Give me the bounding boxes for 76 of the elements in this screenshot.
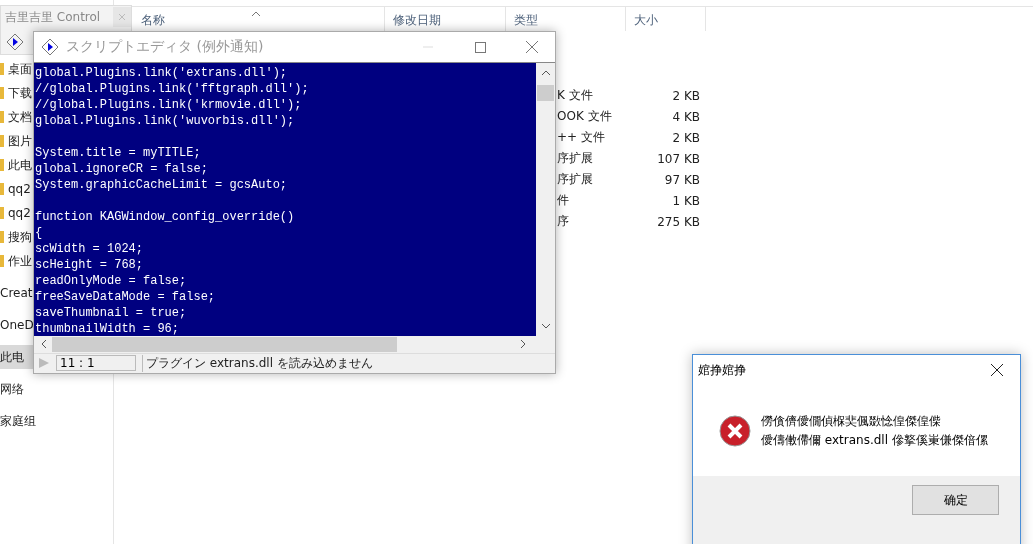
nav-item[interactable]: 下载: [0, 81, 33, 105]
nav-item[interactable]: 此电: [0, 345, 33, 369]
scroll-left-icon[interactable]: [40, 339, 48, 350]
code-line: readOnlyMode = false;: [35, 273, 188, 289]
window-title: 吉里吉里 Control: [5, 8, 101, 26]
scroll-thumb[interactable]: [52, 336, 397, 352]
folder-icon: [0, 111, 4, 123]
code-line: System.graphicCacheLimit = gcsAuto;: [35, 177, 289, 193]
folder-icon: [0, 135, 4, 147]
nav-item[interactable]: OneD: [0, 313, 33, 337]
nav-item[interactable]: 搜狗: [0, 225, 33, 249]
code-line: scWidth = 1024;: [35, 241, 145, 257]
dialog-title: 婠挣婠挣: [698, 361, 746, 379]
error-message: 僗僋儕僾僩偵椺奜偑敪惗偟傑偟偨: [761, 412, 942, 430]
close-icon: [991, 364, 1003, 376]
code-line: scHeight = 768;: [35, 257, 145, 273]
maximize-icon: [474, 41, 486, 53]
file-type: 序扩展: [557, 150, 594, 167]
code-line: thumbnailWidth = 96;: [35, 321, 181, 336]
code-line: freeSaveDataMode = false;: [35, 289, 217, 305]
cursor-position: 11 : 1: [56, 355, 136, 372]
close-button[interactable]: [113, 7, 131, 27]
folder-icon: [0, 159, 4, 171]
file-type: OOK 文件: [557, 108, 613, 125]
nav-item[interactable]: qq2: [0, 201, 33, 225]
nav-item[interactable]: 图片: [0, 129, 33, 153]
nav-item[interactable]: Creat: [0, 281, 33, 305]
nav-item[interactable]: 桌面: [0, 57, 33, 81]
folder-icon: [0, 183, 4, 195]
play-icon[interactable]: [38, 357, 50, 370]
code-editor[interactable]: [34, 63, 536, 336]
file-type: 序扩展: [557, 171, 594, 188]
nav-item[interactable]: qq2: [0, 177, 33, 201]
code-line: //global.Plugins.link('fftgraph.dll');: [35, 81, 310, 97]
file-size: 107 KB: [656, 151, 700, 166]
nav-item[interactable]: 网络: [0, 377, 113, 401]
vertical-scrollbar[interactable]: [536, 63, 555, 336]
file-type: ++ 文件: [557, 129, 606, 146]
code-line: saveThumbnail = true;: [35, 305, 188, 321]
code-line: function KAGWindow_config_override(): [35, 209, 296, 225]
file-size: 275 KB: [656, 214, 700, 229]
column-header[interactable]: 大小: [626, 7, 706, 31]
app-icon: [40, 37, 60, 57]
code-line: System.title = myTITLE;: [35, 145, 202, 161]
folder-icon: [0, 231, 4, 243]
folder-icon: [0, 255, 4, 267]
error-icon: [719, 414, 751, 447]
folder-icon: [0, 87, 4, 99]
nav-item[interactable]: 家庭组: [0, 409, 113, 433]
code-line: global.ignoreCR = false;: [35, 161, 209, 177]
file-type: K 文件: [557, 87, 594, 104]
code-line: {: [35, 225, 44, 241]
file-type: 件: [557, 192, 570, 209]
file-size: 2 KB: [671, 88, 700, 103]
nav-item[interactable]: 此电: [0, 153, 33, 177]
file-size: 4 KB: [671, 109, 700, 124]
nav-item[interactable]: 作业: [0, 249, 33, 273]
window-title: スクリプトエディタ (例外通知): [66, 38, 265, 56]
scroll-thumb[interactable]: [537, 85, 554, 101]
folder-icon: [0, 207, 4, 219]
play-icon: [5, 32, 25, 52]
status-message: プラグイン extrans.dll を読み込めません: [142, 354, 373, 372]
file-type: 序: [557, 213, 570, 230]
scroll-right-icon[interactable]: [519, 339, 527, 350]
ok-button[interactable]: 确定: [912, 485, 999, 515]
code-line: //global.Plugins.link('krmovie.dll');: [35, 97, 303, 113]
file-size: 1 KB: [671, 193, 700, 208]
nav-item[interactable]: 文档: [0, 105, 33, 129]
code-line: global.Plugins.link('extrans.dll');: [35, 65, 289, 81]
code-line: global.Plugins.link('wuvorbis.dll');: [35, 113, 296, 129]
file-size: 2 KB: [671, 130, 700, 145]
error-message: 僾儔僌僀儞 extrans.dll 傪撉傒崬傔傑偣傫: [761, 431, 988, 449]
close-icon: [526, 41, 538, 53]
folder-icon: [0, 63, 4, 75]
close-icon: [118, 13, 126, 21]
file-size: 97 KB: [663, 172, 700, 187]
